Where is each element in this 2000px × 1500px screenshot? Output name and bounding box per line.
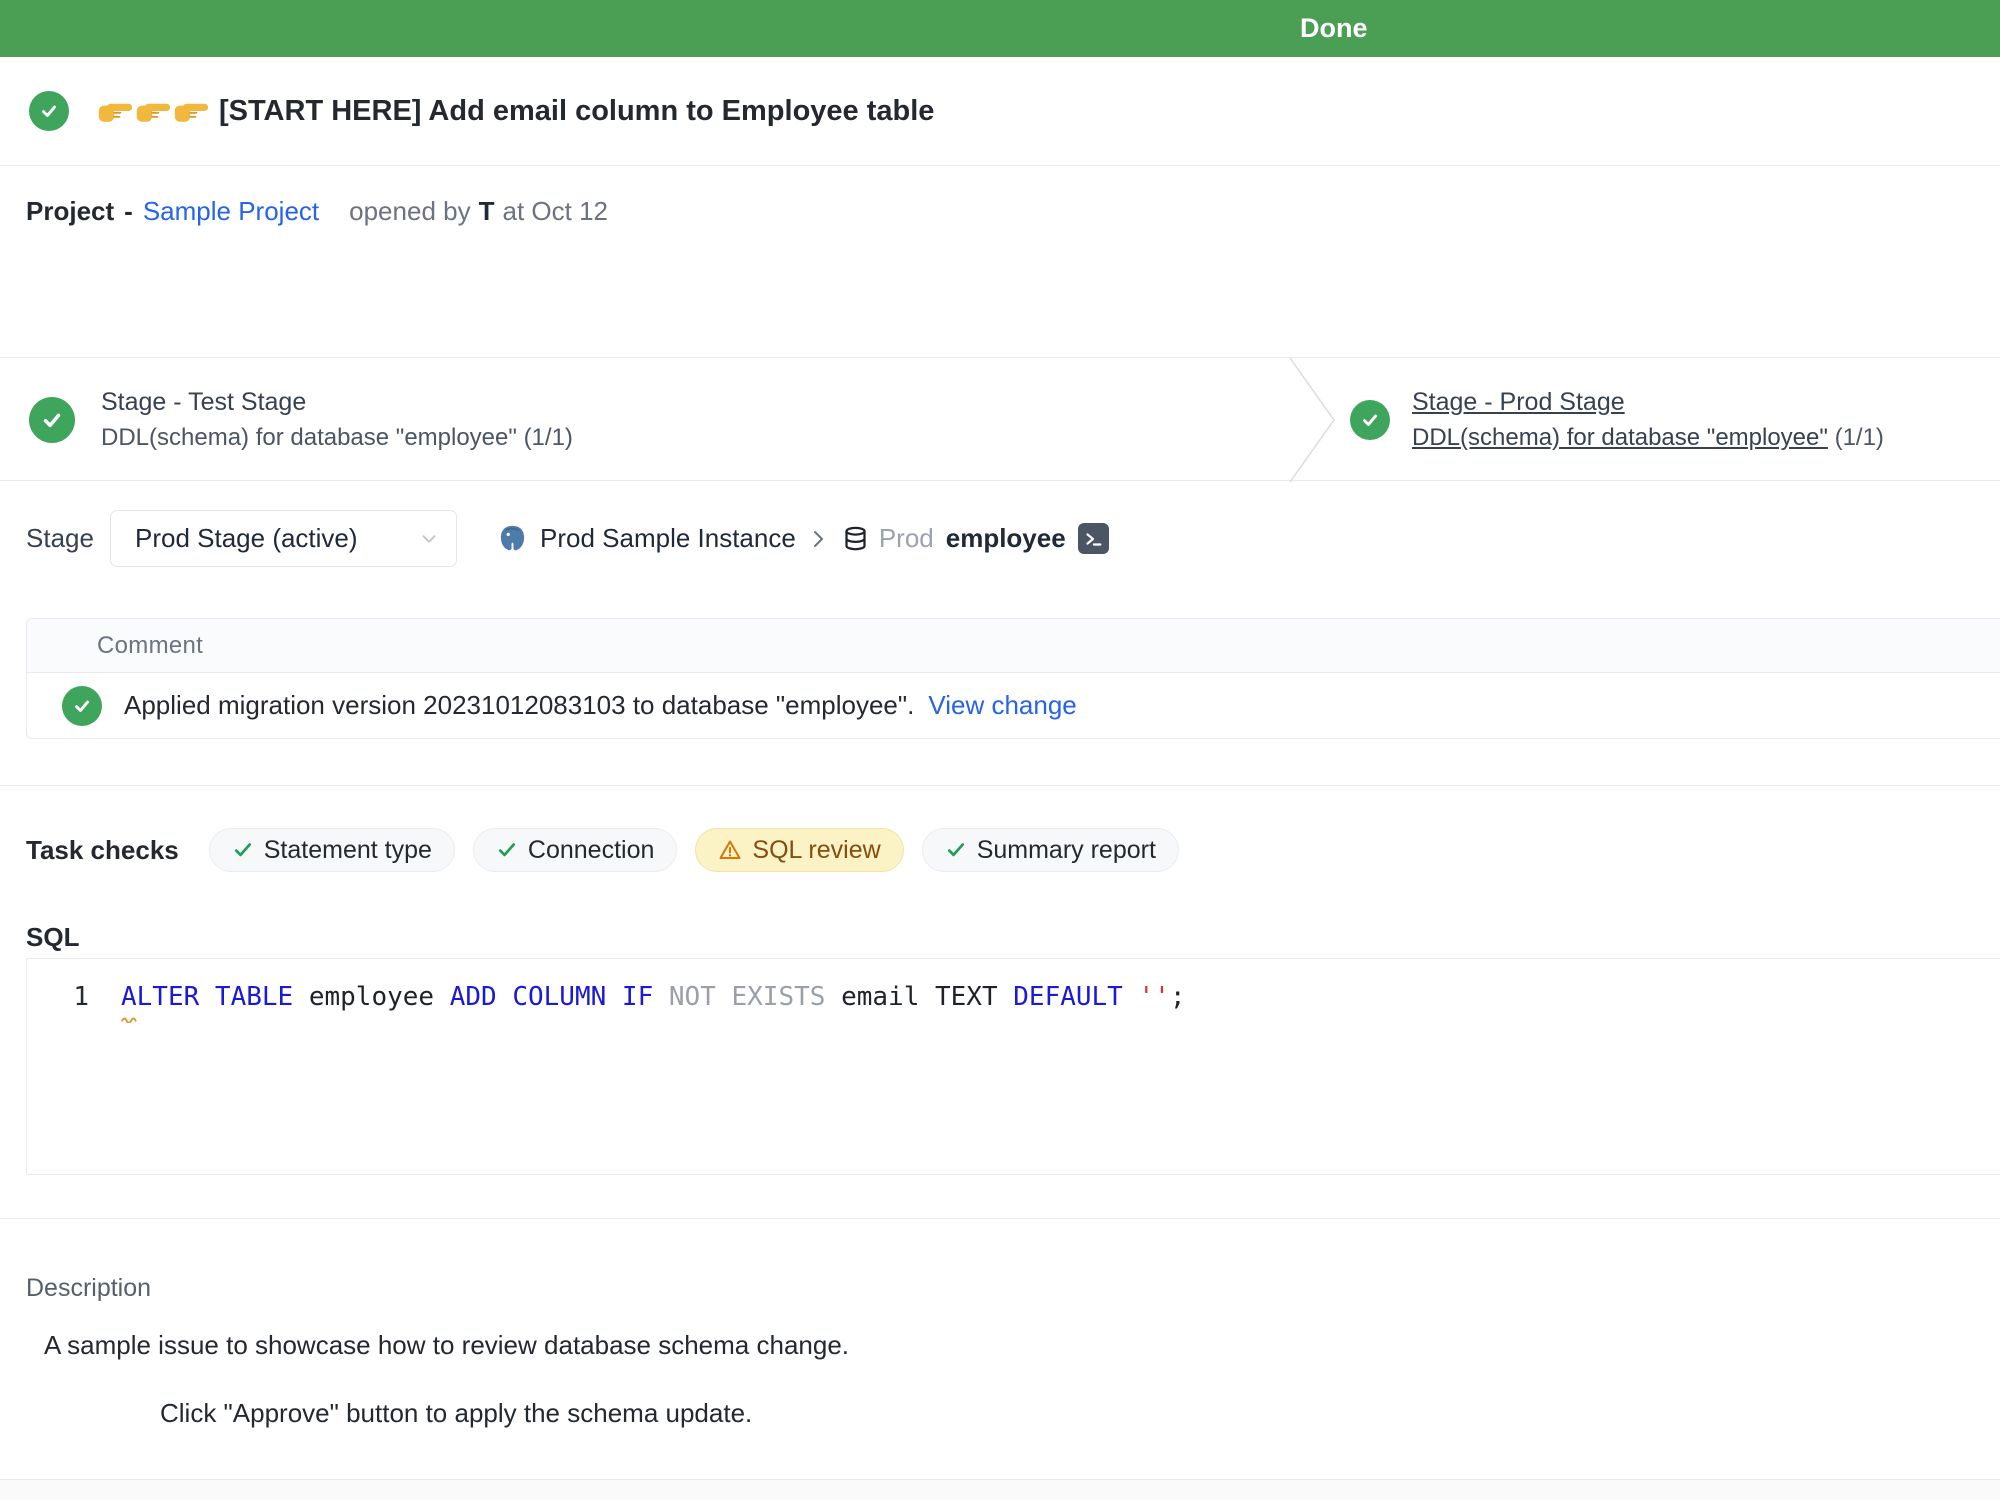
task-check-pills: Statement type Connection SQL review Summar… (209, 828, 1179, 872)
stage-pipeline: Stage - Test Stage DDL(schema) for datab… (0, 357, 2000, 481)
sql-token: email TEXT (841, 982, 1013, 1012)
issue-detail-page: Done [START HERE] Add email column to Em… (0, 0, 2000, 1500)
opened-by-text: opened by (349, 196, 470, 227)
point-right-icon (97, 97, 133, 125)
point-right-icon (135, 97, 171, 125)
warning-triangle-icon (718, 838, 742, 862)
stage-select[interactable]: Prod Stage (active) (110, 510, 457, 567)
view-change-link[interactable]: View change (928, 690, 1076, 721)
section-divider (0, 1218, 2000, 1219)
task-check-pill[interactable]: Statement type (209, 828, 455, 872)
task-check-pill[interactable]: SQL review (695, 828, 903, 872)
sql-section-label: SQL (0, 922, 2000, 952)
sql-statement: ALTER TABLE employee ADD COLUMN IF NOT E… (121, 981, 1185, 1013)
terminal-icon (1082, 528, 1104, 550)
task-check-pill-label: Statement type (264, 836, 432, 865)
issue-done-check-icon (29, 91, 69, 131)
task-checks-label: Task checks (26, 835, 179, 866)
pointing-right-emoji-icons (97, 97, 209, 125)
description-label: Description (0, 1273, 2000, 1303)
stage-title: Stage - Test Stage (101, 388, 573, 417)
opened-at-text: at Oct 12 (502, 196, 608, 227)
issue-title-row: [START HERE] Add email column to Employe… (0, 57, 2000, 166)
check-icon (232, 839, 254, 861)
section-divider (0, 785, 2000, 786)
stage-select-value: Prod Stage (active) (135, 523, 418, 554)
environment-label: Prod (879, 523, 934, 554)
stage-success-check-icon (29, 397, 75, 443)
comment-row: Applied migration version 20231012083103… (27, 673, 2000, 738)
stage-task-summary: DDL(schema) for database "employee" (1/1… (101, 424, 573, 452)
status-label: Done (1300, 0, 1368, 57)
database-icon (842, 525, 869, 552)
project-separator: - (124, 196, 133, 227)
stage-task-link[interactable]: DDL(schema) for database "employee" (1412, 424, 1828, 451)
sql-warning-squiggle-icon (121, 1015, 139, 1023)
task-check-pill-label: SQL review (752, 836, 880, 865)
project-label: Project (26, 196, 114, 227)
stage-title-link[interactable]: Stage - Prod Stage (1412, 388, 1884, 417)
comment-message: Applied migration version 20231012083103… (124, 690, 914, 721)
task-check-pill-label: Connection (528, 836, 654, 865)
task-check-pill-label: Summary report (977, 836, 1156, 865)
sql-token: ADD COLUMN IF (450, 982, 669, 1012)
task-check-pill[interactable]: Summary report (922, 828, 1179, 872)
stage-prod-stage[interactable]: Stage - Prod Stage DDL(schema) for datab… (1350, 358, 1884, 482)
comment-panel: Comment Applied migration version 202310… (26, 618, 2000, 739)
sql-token: ; (1170, 982, 1186, 1012)
sql-statement-viewer: 1 ALTER TABLE employee ADD COLUMN IF NOT… (26, 958, 2000, 1175)
sql-editor-button[interactable] (1078, 523, 1109, 554)
description-paragraph: A sample issue to showcase how to review… (44, 1330, 2000, 1360)
description-paragraph: Click "Approve" button to apply the sche… (160, 1398, 2000, 1428)
check-icon (496, 839, 518, 861)
sql-token: DEFAULT (1013, 982, 1138, 1012)
task-checks-row: Task checks Statement type Connection SQL … (0, 828, 2000, 872)
chevron-down-icon (418, 528, 440, 550)
check-icon (945, 839, 967, 861)
project-link[interactable]: Sample Project (143, 196, 319, 227)
sql-token: NOT EXISTS (669, 982, 841, 1012)
task-check-pill[interactable]: Connection (473, 828, 677, 872)
issue-title: [START HERE] Add email column to Employe… (219, 95, 934, 128)
instance-link[interactable]: Prod Sample Instance (540, 523, 796, 554)
stage-picker-label: Stage (26, 523, 110, 554)
stage-success-check-icon (1350, 400, 1390, 440)
stage-picker-row: Stage Prod Stage (active) Prod Sample In… (0, 510, 2000, 567)
sql-line-number: 1 (27, 981, 89, 1013)
point-right-icon (173, 97, 209, 125)
database-breadcrumb: Prod Sample Instance Prod employee (497, 523, 1109, 554)
sql-token: '' (1139, 982, 1170, 1012)
footer-strip (0, 1480, 2000, 1500)
stage-task-count: (1/1) (1828, 424, 1884, 451)
stage-test-stage[interactable]: Stage - Test Stage DDL(schema) for datab… (29, 358, 573, 482)
chevron-right-icon (808, 526, 830, 552)
sql-token: ALTER TABLE (121, 982, 309, 1012)
issue-creator: T (479, 196, 495, 227)
comment-header: Comment (27, 619, 2000, 673)
project-section: Project - Sample Project opened by T at … (0, 166, 2000, 357)
comment-success-check-icon (62, 686, 102, 726)
sql-token: employee (309, 982, 450, 1012)
status-banner: Done (0, 0, 2000, 57)
database-link[interactable]: employee (946, 523, 1066, 554)
stage-separator-chevron (1288, 358, 1338, 482)
postgresql-icon (497, 523, 528, 554)
